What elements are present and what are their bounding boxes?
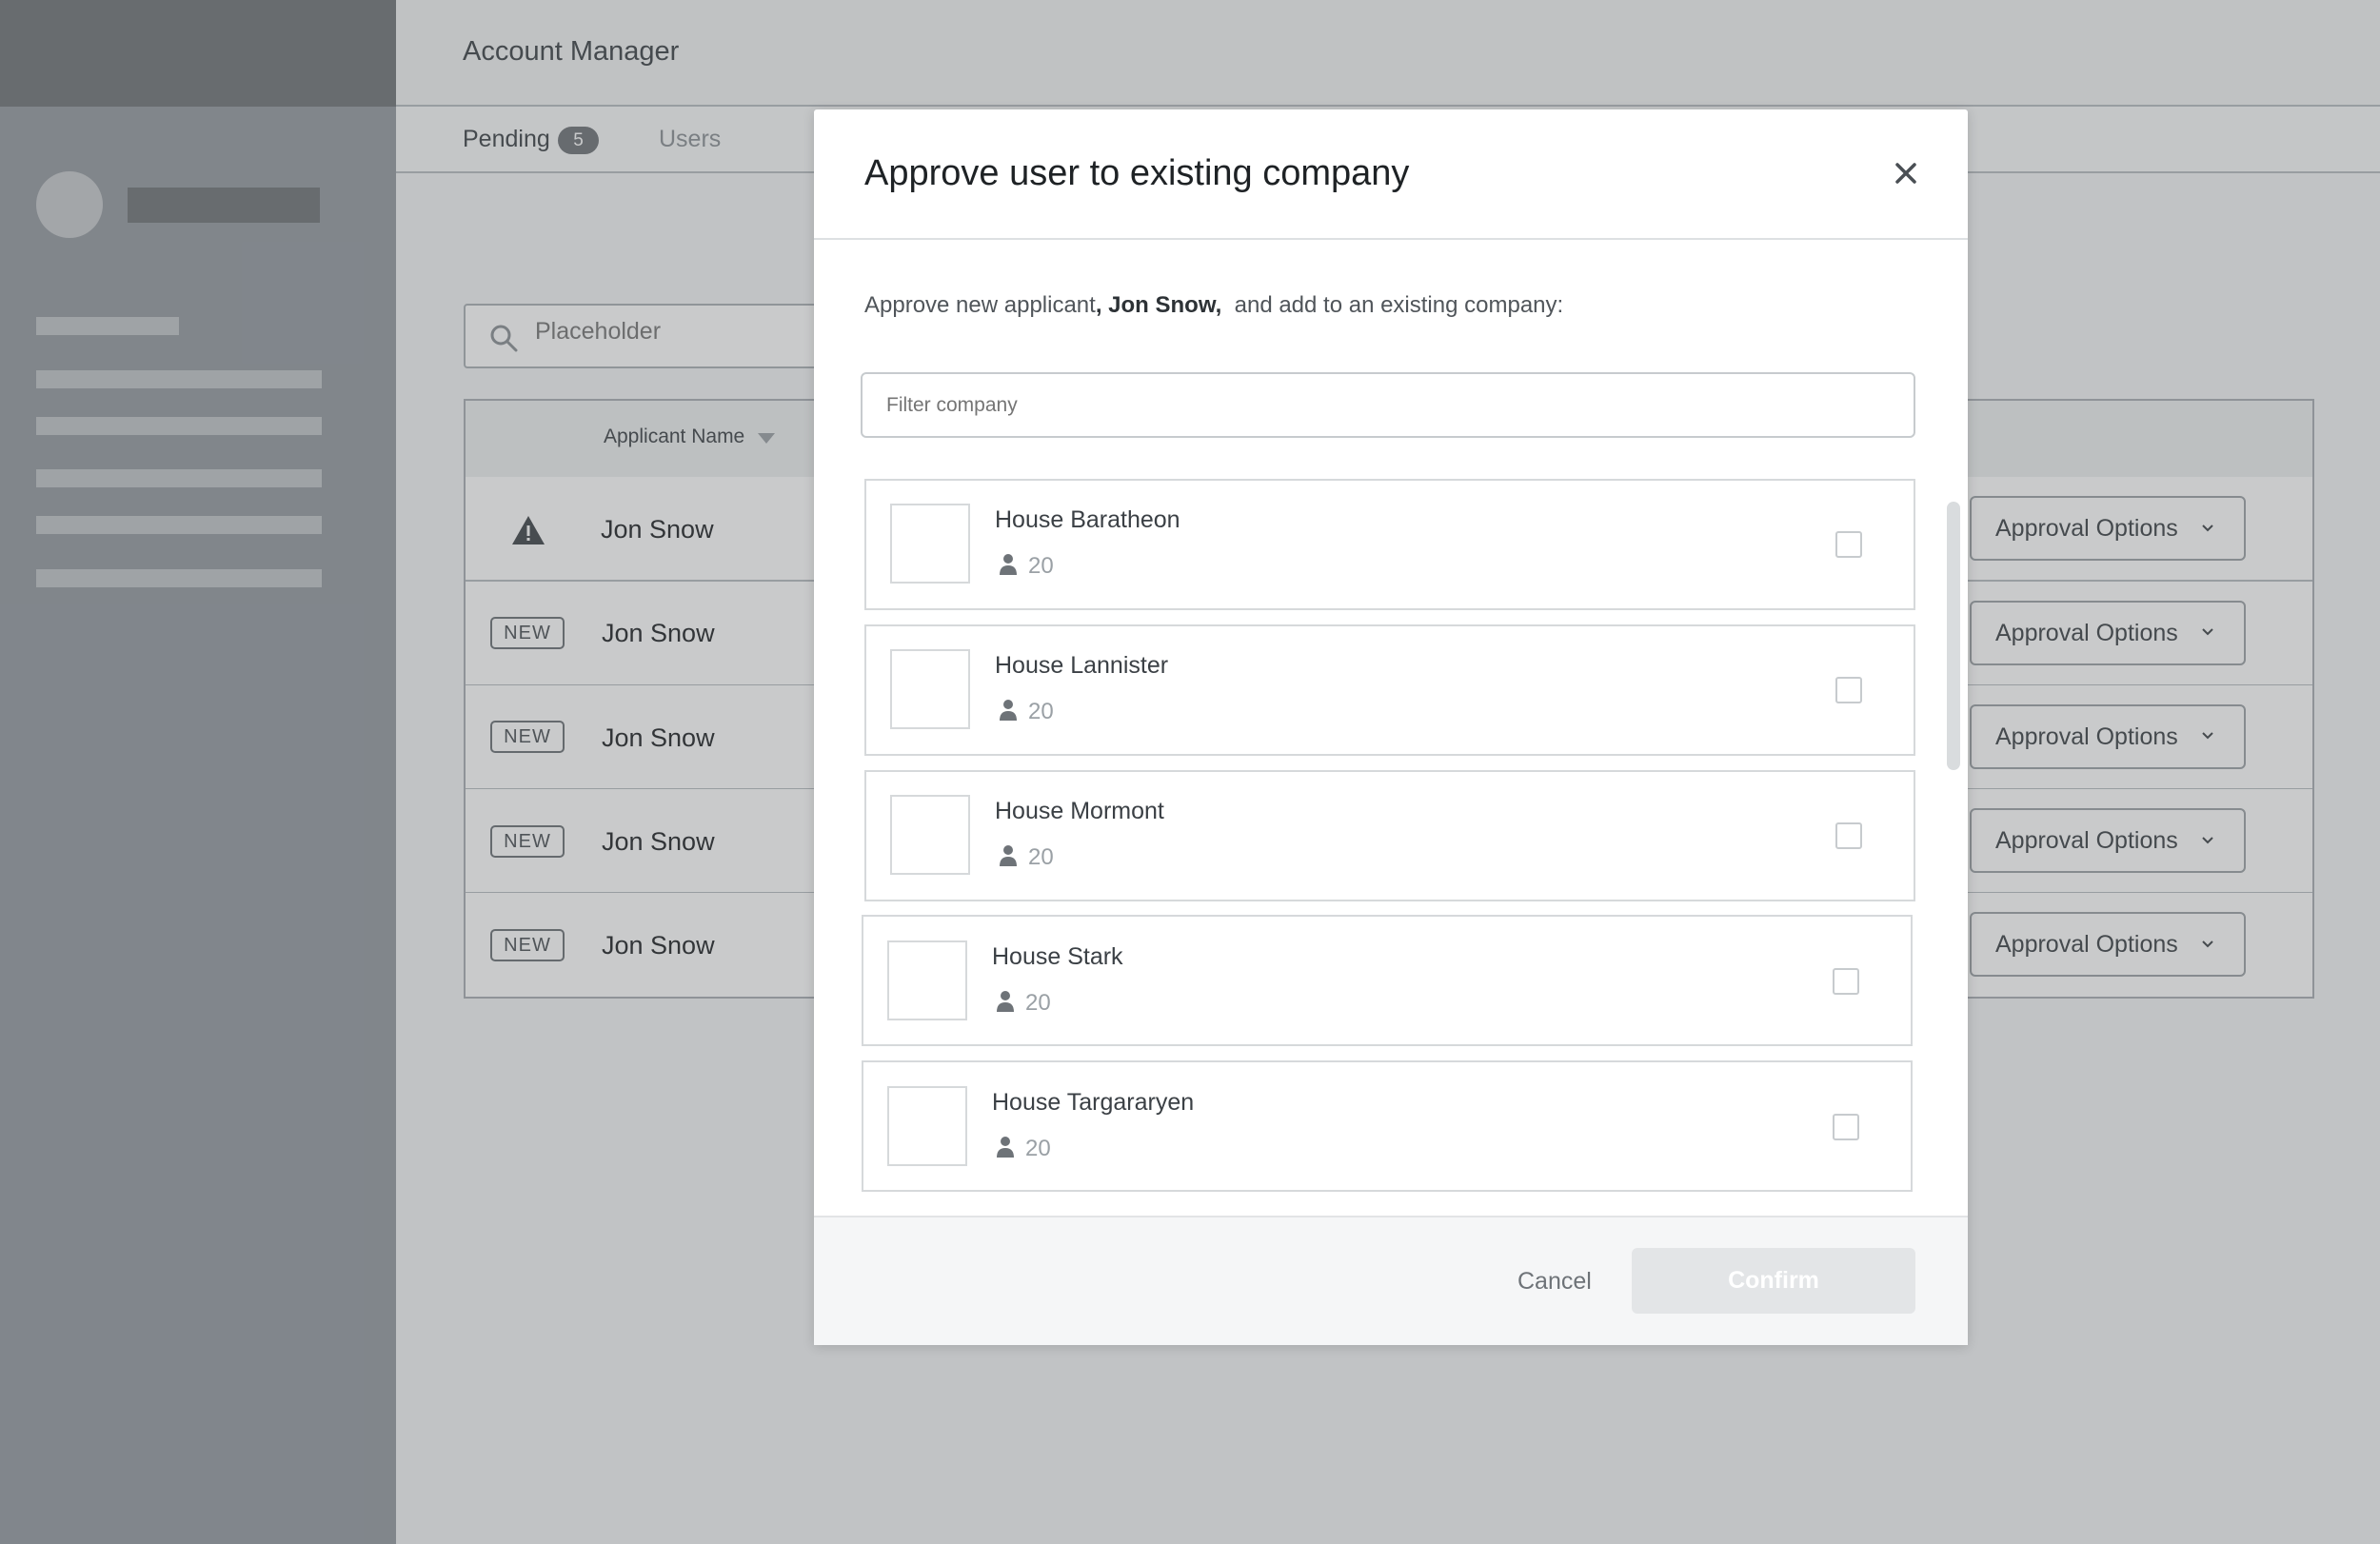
cancel-button[interactable]: Cancel	[1517, 1268, 1592, 1296]
company-card[interactable]	[862, 915, 1913, 1046]
description-prefix: Approve new applicant	[864, 292, 1096, 318]
company-card[interactable]	[864, 624, 1915, 756]
filter-company-input[interactable]	[861, 372, 1915, 438]
company-card[interactable]	[864, 479, 1915, 610]
member-count: 20	[1025, 1136, 1051, 1161]
member-count: 20	[1025, 990, 1051, 1016]
close-icon[interactable]	[1892, 159, 1920, 188]
company-checkbox[interactable]	[1835, 822, 1862, 849]
company-name: House Targararyen	[992, 1089, 1195, 1116]
company-logo	[890, 795, 970, 875]
confirm-button[interactable]: Confirm	[1632, 1248, 1915, 1314]
member-count: 20	[1028, 699, 1054, 724]
company-logo	[890, 504, 970, 584]
modal-description: Approve new applicant, Jon Snow, and add…	[864, 292, 1563, 319]
company-name: House Stark	[992, 943, 1123, 970]
person-icon	[1000, 700, 1017, 721]
company-checkbox[interactable]	[1833, 968, 1859, 995]
company-logo	[887, 1086, 967, 1166]
applicant-name-highlight: , Jon Snow,	[1095, 292, 1222, 318]
company-name: House Mormont	[995, 798, 1164, 824]
member-count: 20	[1028, 844, 1054, 870]
company-card[interactable]	[864, 770, 1915, 901]
company-list-scrollbar[interactable]	[1947, 502, 1960, 770]
company-checkbox[interactable]	[1835, 677, 1862, 703]
modal-title: Approve user to existing company	[864, 153, 1410, 193]
company-checkbox[interactable]	[1833, 1114, 1859, 1140]
modal-divider	[814, 238, 1968, 240]
company-logo	[887, 940, 967, 1020]
company-card[interactable]	[862, 1060, 1913, 1192]
description-suffix: and add to an existing company:	[1221, 292, 1564, 318]
person-icon	[1000, 845, 1017, 866]
company-name: House Baratheon	[995, 506, 1180, 533]
company-logo	[890, 649, 970, 729]
person-icon	[997, 1137, 1014, 1158]
person-icon	[1000, 554, 1017, 575]
person-icon	[997, 991, 1014, 1012]
member-count: 20	[1028, 553, 1054, 579]
company-checkbox[interactable]	[1835, 531, 1862, 558]
company-name: House Lannister	[995, 652, 1169, 679]
